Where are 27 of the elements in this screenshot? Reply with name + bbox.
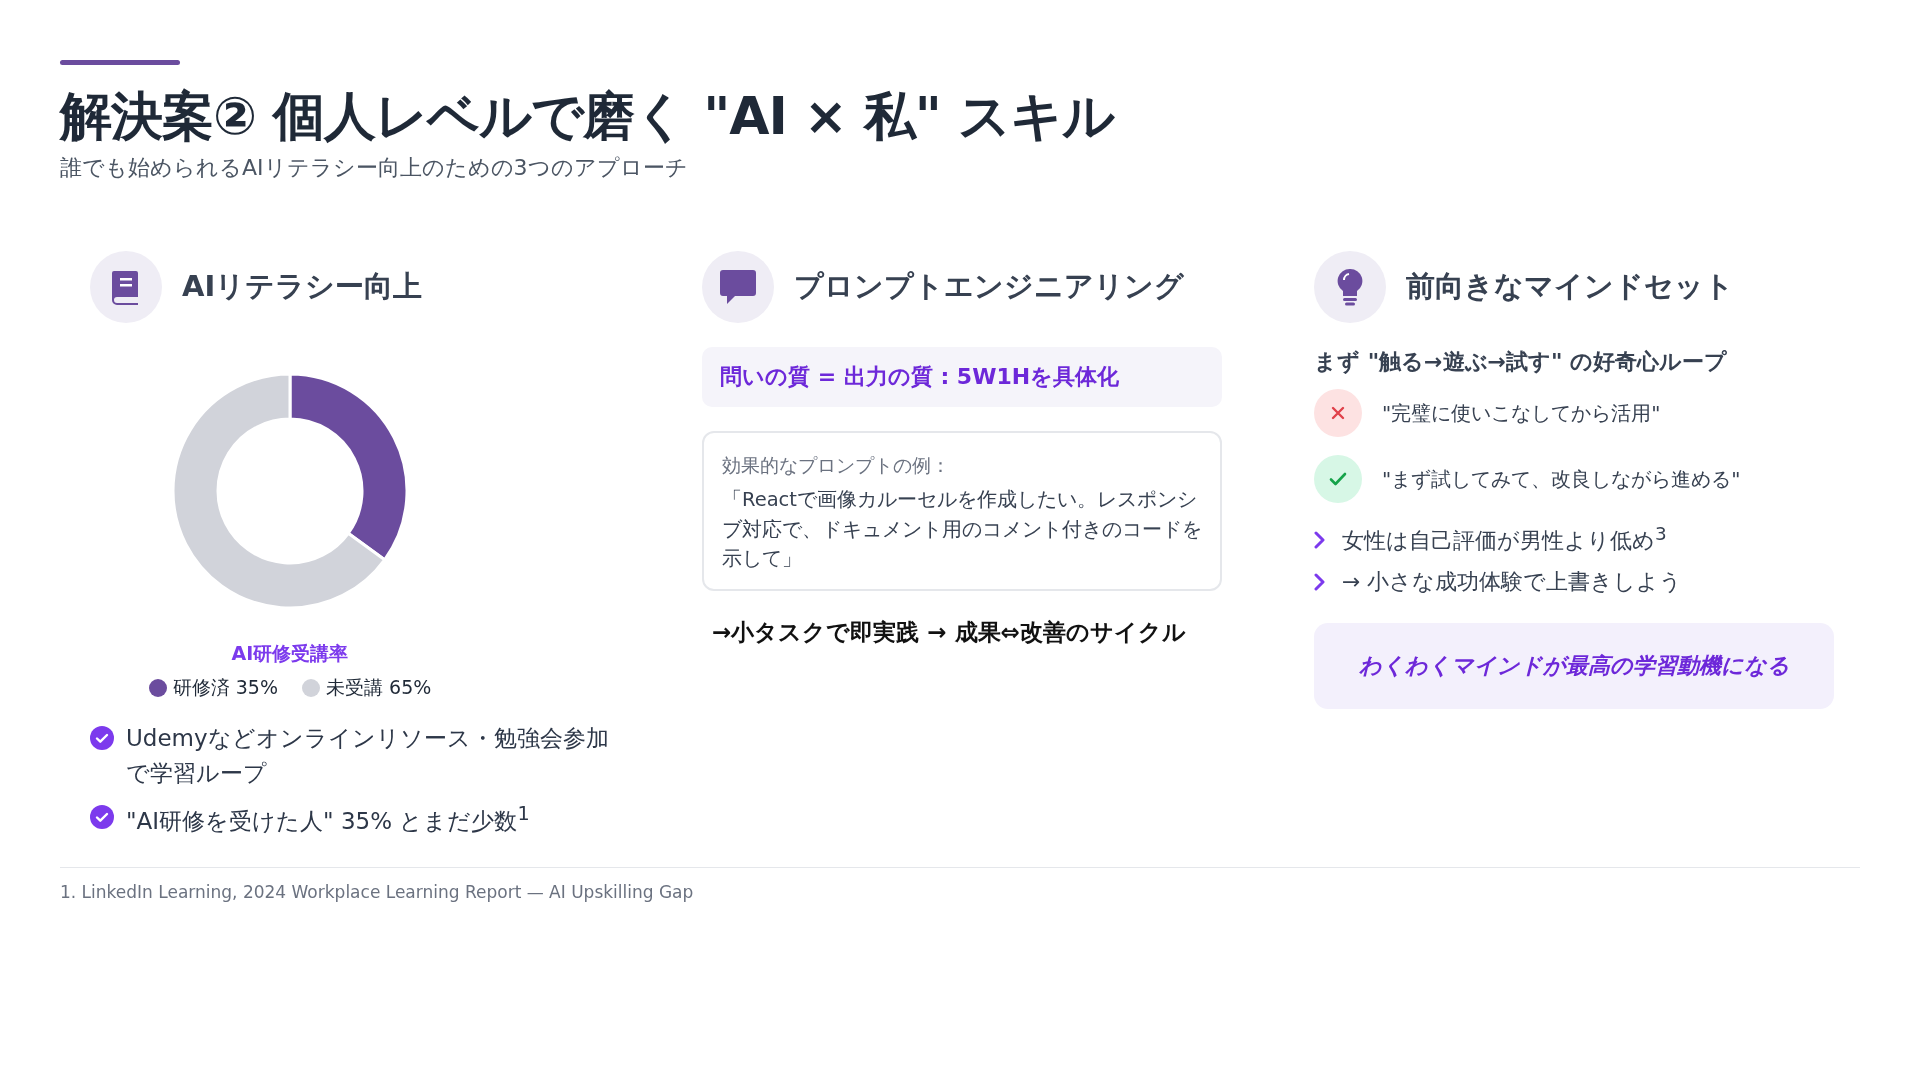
column-heading: AIリテラシー向上 bbox=[182, 268, 423, 306]
cycle-text: →小タスクで即実践 → 成果⇔改善のサイクル bbox=[711, 618, 1187, 648]
check-icon bbox=[1314, 455, 1362, 504]
checklist-text: "AI研修を受けた人" 35% とまだ少数$^{1}$ bbox=[126, 801, 530, 837]
point-text: → 小さな成功体験で上書きしよう bbox=[1342, 567, 1683, 596]
column-heading: 前向きなマインドセット bbox=[1406, 268, 1734, 306]
example-prompt: 「Reactで画像カルーセルを作成したい。レスポンシブ対応で、ドキュメント用のコメント付きのコードを示して」 bbox=[722, 487, 1202, 572]
chevron-icon bbox=[1314, 572, 1326, 591]
column-heading: プロンプトエンジニアリング bbox=[794, 268, 1184, 306]
check-circle-icon bbox=[90, 726, 114, 751]
contrast-text: "まず試してみて、改良しながら進める" bbox=[1382, 465, 1741, 493]
point-text: 女性は自己評価が男性より低め$^{3}$ bbox=[1342, 523, 1667, 556]
footnote: 1. LinkedIn Learning, 2024 Workplace Learning Report — AI Upskilling Gap bbox=[60, 882, 695, 903]
chart-title: AI研修受講率 bbox=[231, 641, 349, 667]
example-label: 効果的なプロンプトの例： bbox=[722, 453, 951, 479]
slide-subtitle: 誰でも始められるAIリテラシー向上のための3つのアプローチ bbox=[60, 154, 689, 183]
quote-banner: わくわくマインドが最高の学習動機になる bbox=[1314, 622, 1834, 709]
legend-label: 未受講 65% bbox=[326, 675, 432, 701]
highlight-banner: 問いの質 = 出力の質 : 5W1Hを具体化 bbox=[702, 347, 1222, 408]
contrast-text: "完璧に使いこなしてから活用" bbox=[1382, 399, 1661, 427]
check-circle-icon bbox=[90, 805, 114, 830]
chevron-icon bbox=[1314, 531, 1326, 550]
slide-title: 解決案② 個人レベルで磨く "AI × 私" スキル bbox=[60, 85, 1116, 148]
legend-label: 研修済 35% bbox=[172, 675, 278, 701]
checklist-text: Udemyなどオンラインリソース・勉強会参加で学習ループ bbox=[126, 724, 610, 788]
mindset-subheading: まず "触る→遊ぶ→試す" の好奇心ループ bbox=[1314, 348, 1729, 377]
cross-icon bbox=[1314, 389, 1362, 438]
